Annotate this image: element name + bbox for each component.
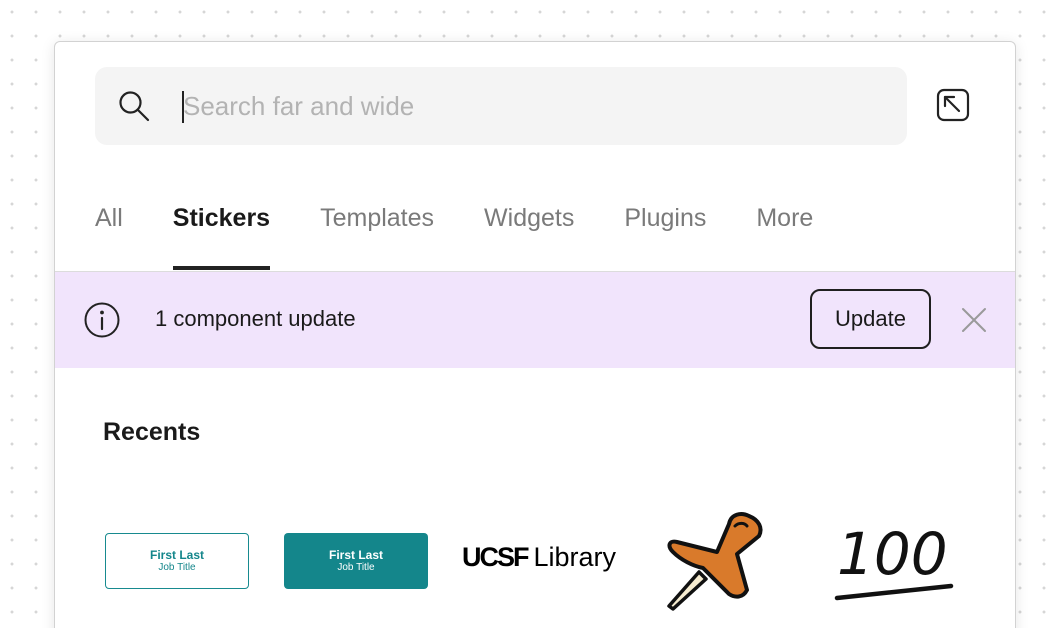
banner-message: 1 component update — [155, 306, 356, 331]
tab-all[interactable]: All — [95, 192, 123, 272]
tab-plugins[interactable]: Plugins — [624, 192, 706, 272]
namecard-job-title: Job Title — [337, 562, 375, 573]
hundred-points-icon[interactable]: 100 — [833, 516, 955, 606]
asset-panel: All Stickers Templates Widgets Plugins M… — [54, 41, 1016, 628]
info-icon — [84, 302, 120, 338]
sticker-namecard-filled[interactable]: First Last Job Title — [284, 533, 428, 589]
close-icon[interactable] — [961, 307, 987, 333]
sticker-namecard-outline[interactable]: First Last Job Title — [105, 533, 249, 589]
update-banner: 1 component update Update — [55, 272, 1015, 368]
namecard-job-title: Job Title — [158, 562, 196, 573]
sticker-ucsf-library-logo[interactable]: UCSF Library — [462, 542, 616, 573]
update-button[interactable]: Update — [810, 289, 931, 349]
tab-more[interactable]: More — [756, 192, 813, 272]
tab-templates[interactable]: Templates — [320, 192, 434, 272]
search-bar[interactable] — [95, 67, 907, 145]
tab-stickers[interactable]: Stickers — [172, 192, 271, 272]
collapse-panel-icon[interactable] — [935, 87, 973, 125]
pushpin-icon[interactable] — [659, 506, 771, 612]
search-input[interactable] — [183, 86, 883, 126]
recents-heading: Recents — [103, 418, 201, 446]
namecard-name: First Last — [328, 548, 383, 562]
category-tabs: All Stickers Templates Widgets Plugins M… — [95, 192, 863, 272]
search-icon — [119, 91, 150, 122]
namecard-name: First Last — [149, 548, 204, 562]
ucsf-logo-mark: UCSF — [462, 542, 529, 572]
ucsf-logo-text: Library — [533, 542, 617, 572]
tab-widgets[interactable]: Widgets — [484, 192, 574, 272]
hundred-text: 100 — [837, 520, 948, 588]
